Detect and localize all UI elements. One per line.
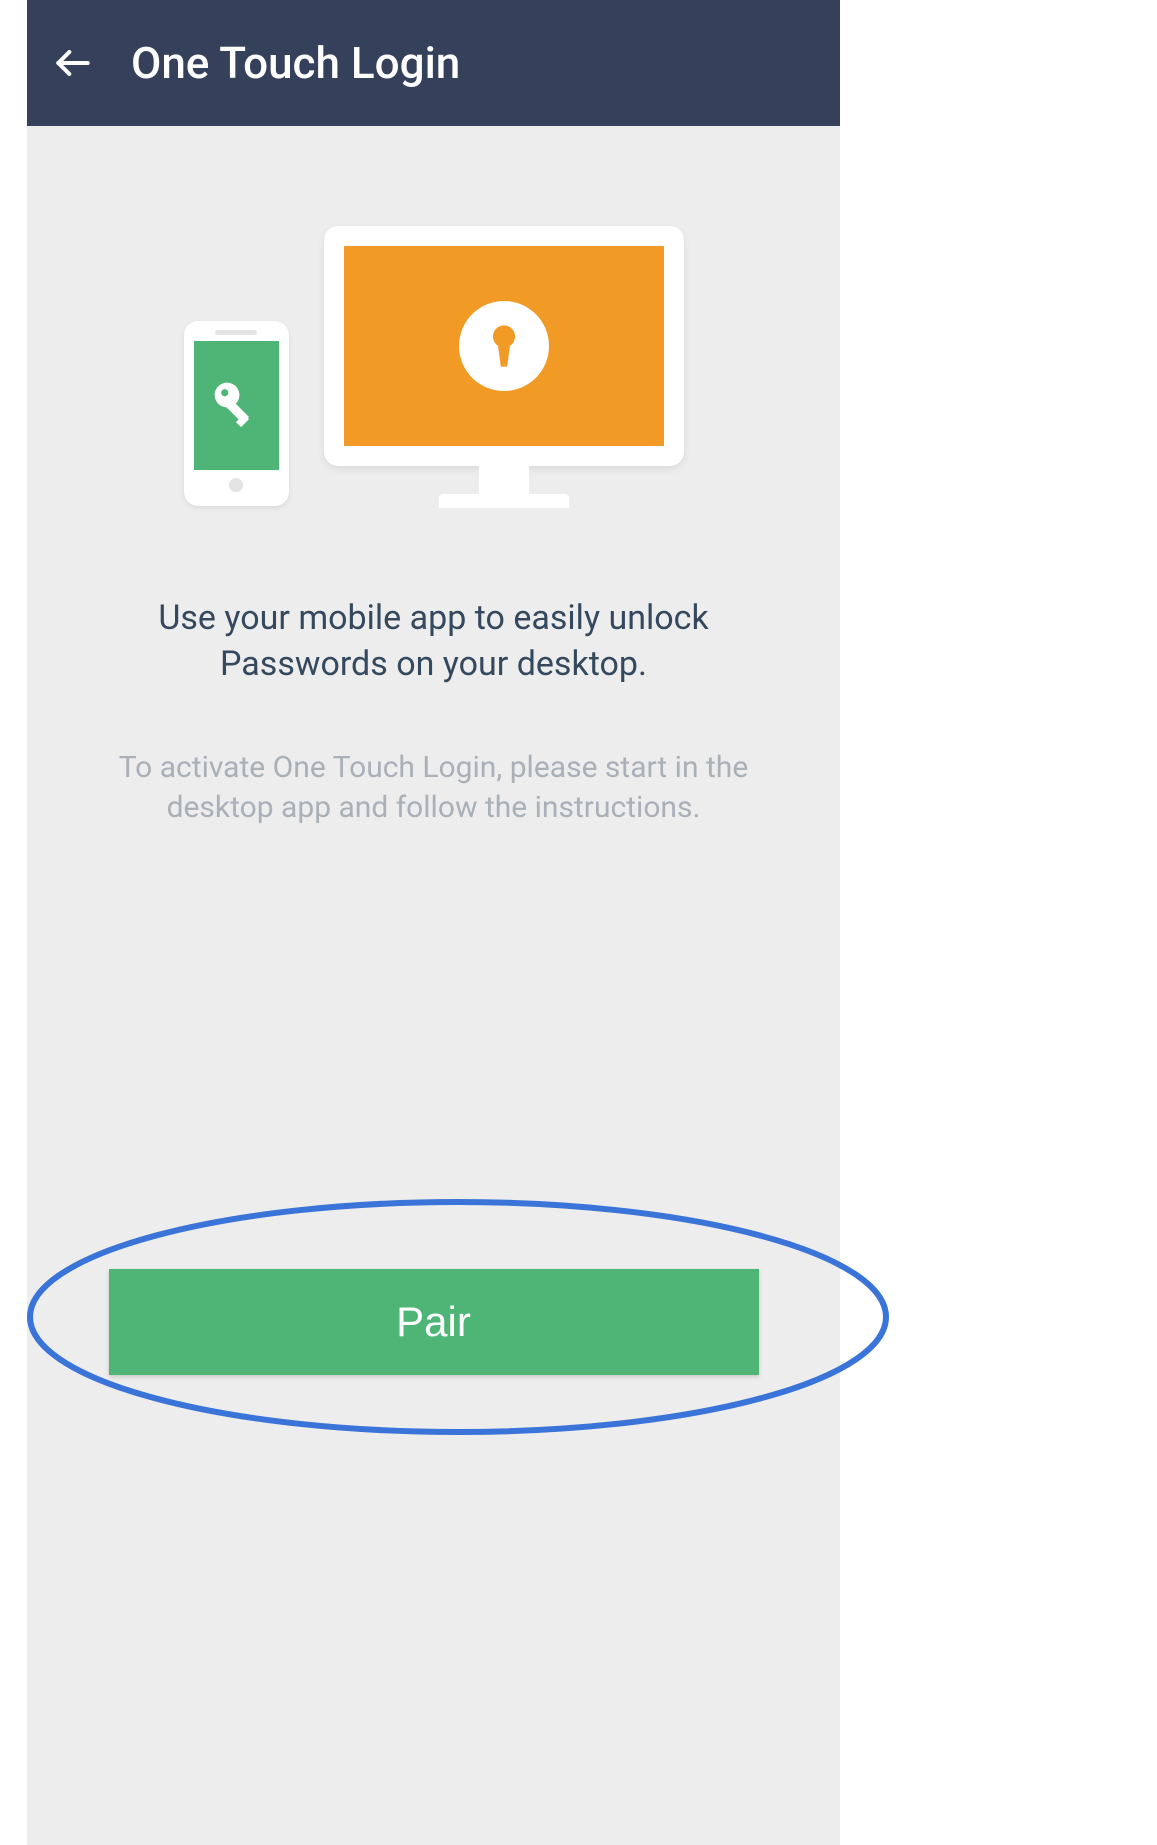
back-icon[interactable]	[51, 41, 95, 85]
keyhole-icon	[459, 301, 549, 391]
phone-icon	[184, 321, 289, 506]
key-icon	[209, 377, 263, 435]
sub-instruction-text: To activate One Touch Login, please star…	[94, 748, 774, 829]
pairing-illustration	[184, 226, 684, 506]
instruction-text: Use your mobile app to easily unlock Pas…	[94, 596, 774, 688]
monitor-icon	[324, 226, 684, 506]
app-screen: One Touch Login	[27, 0, 840, 1845]
pair-button[interactable]: Pair	[109, 1269, 759, 1375]
content-area: Use your mobile app to easily unlock Pas…	[27, 126, 840, 1845]
app-header: One Touch Login	[27, 0, 840, 126]
page-title: One Touch Login	[131, 37, 460, 89]
